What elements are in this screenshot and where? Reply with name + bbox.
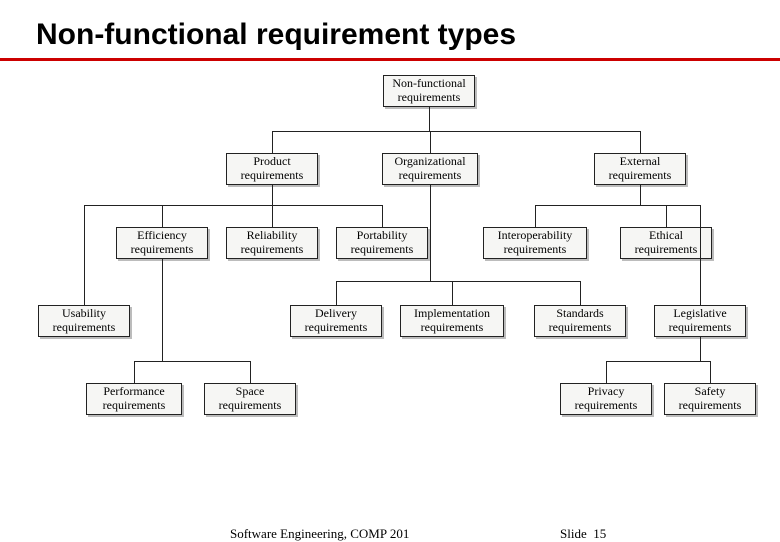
box-efficiency: Efficiencyrequirements: [116, 227, 208, 259]
box-safety: Safetyrequirements: [664, 383, 756, 415]
box-privacy: Privacyrequirements: [560, 383, 652, 415]
slide-title: Non-functional requirement types: [0, 0, 780, 56]
box-portability: Portabilityrequirements: [336, 227, 428, 259]
footer-slide-label: Slide: [560, 526, 587, 541]
box-root: Non-functionalrequirements: [383, 75, 475, 107]
footer-slide-num: 15: [593, 526, 606, 541]
box-implementation: Implementationrequirements: [400, 305, 504, 337]
box-space: Spacerequirements: [204, 383, 296, 415]
hierarchy-diagram: Non-functionalrequirements Productrequir…: [0, 61, 780, 481]
box-standards: Standardsrequirements: [534, 305, 626, 337]
box-product: Productrequirements: [226, 153, 318, 185]
box-interoperability: Interoperabilityrequirements: [483, 227, 587, 259]
box-organizational: Organizationalrequirements: [382, 153, 478, 185]
box-ethical: Ethicalrequirements: [620, 227, 712, 259]
box-performance: Performancerequirements: [86, 383, 182, 415]
box-external: Externalrequirements: [594, 153, 686, 185]
box-reliability: Reliabilityrequirements: [226, 227, 318, 259]
box-usability: Usabilityrequirements: [38, 305, 130, 337]
box-delivery: Deliveryrequirements: [290, 305, 382, 337]
box-legislative: Legislativerequirements: [654, 305, 746, 337]
